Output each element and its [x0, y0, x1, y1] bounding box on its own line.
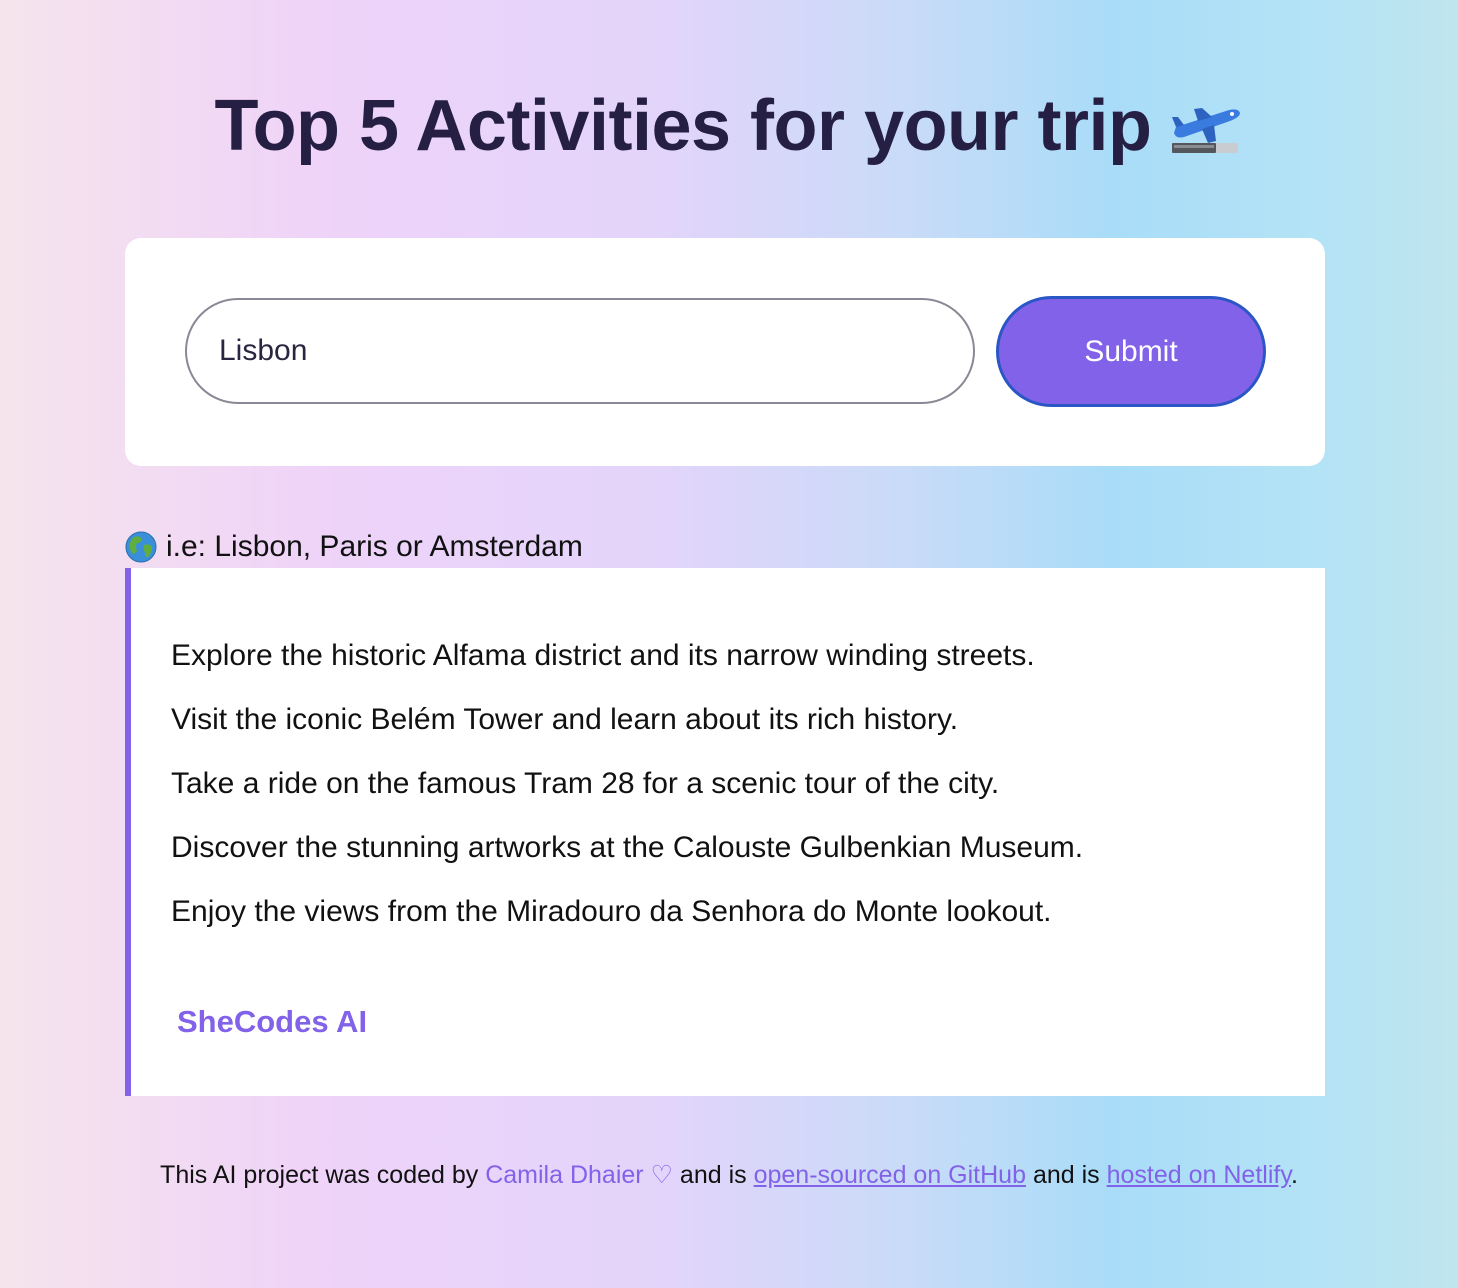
footer: This AI project was coded by Camila Dhai… — [0, 1157, 1458, 1193]
hint-text: i.e: Lisbon, Paris or Amsterdam — [166, 530, 583, 563]
github-link[interactable]: open-sourced on GitHub — [754, 1161, 1026, 1189]
page-title: Top 5 Activities for your trip — [0, 84, 1458, 168]
activity-item: Take a ride on the famous Tram 28 for a … — [171, 767, 1000, 800]
results-panel: Explore the historic Alfama district and… — [125, 568, 1325, 1096]
activity-item: Visit the iconic Belém Tower and learn a… — [171, 703, 959, 736]
activity-item: Enjoy the views from the Miradouro da Se… — [171, 895, 1052, 928]
activity-item: Discover the stunning artworks at the Ca… — [171, 831, 1084, 864]
activity-item: Explore the historic Alfama district and… — [171, 639, 1035, 672]
author-link[interactable]: Camila Dhaier ♡ — [485, 1161, 673, 1189]
city-search-input[interactable] — [185, 298, 975, 404]
netlify-link[interactable]: hosted on Netlify — [1107, 1161, 1291, 1189]
footer-middle-2: and is — [1032, 1161, 1100, 1189]
search-card: Submit — [125, 238, 1325, 466]
footer-suffix: . — [1290, 1161, 1298, 1189]
airplane-icon — [1171, 107, 1240, 153]
submit-button[interactable]: Submit — [996, 296, 1266, 407]
footer-middle-1: and is — [679, 1161, 747, 1189]
globe-icon — [125, 531, 157, 563]
activities-list: Explore the historic Alfama district and… — [171, 638, 1285, 930]
signature: SheCodes AI — [177, 1004, 368, 1039]
hint: i.e: Lisbon, Paris or Amsterdam — [125, 528, 583, 566]
page-title-text: Top 5 Activities for your trip — [214, 86, 1152, 166]
footer-prefix: This AI project was coded by — [160, 1161, 479, 1189]
